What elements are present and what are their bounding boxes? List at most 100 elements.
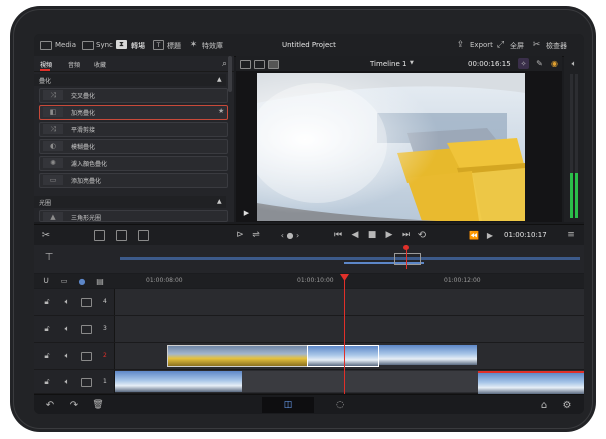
ipad-frame: Media Sync ⧗ 轉場 T 標題 ✶ 特效庫 Untitled Proj… <box>10 6 596 432</box>
transitions-tab[interactable]: 轉場 <box>131 41 145 51</box>
tab-audio[interactable]: 音頻 <box>68 60 80 69</box>
overview-track[interactable] <box>120 257 580 260</box>
video-clip-sky[interactable] <box>379 345 477 365</box>
collapse-icon[interactable]: ▲ <box>217 76 222 83</box>
timeline-ruler[interactable]: ∪ ▭ ● ▤ 01:00:08:00 01:00:10:00 01:00:12… <box>34 274 584 288</box>
delete-icon[interactable]: 🗑︎ <box>92 399 104 411</box>
transition-item-selected[interactable]: ◧ 加亮疊化 ★ <box>39 105 228 120</box>
video-track-3[interactable] <box>34 316 584 343</box>
fairlight-page-icon[interactable]: ◌ <box>334 399 346 411</box>
effects-overlay-icon[interactable]: ✧ <box>518 58 529 69</box>
overview-playhead-handle[interactable] <box>403 245 409 250</box>
overview-viewport-box[interactable] <box>394 253 421 265</box>
transition-item[interactable]: ◐ 模糊疊化 <box>39 139 228 154</box>
transition-item[interactable]: ⤨ 交叉疊化 <box>39 88 228 103</box>
fullscreen-button[interactable]: 全屏 <box>510 41 524 51</box>
effects-tab[interactable]: 特效庫 <box>202 41 223 51</box>
go-to-end-icon[interactable]: ⏭ <box>400 229 412 241</box>
insert-icon[interactable] <box>94 230 105 241</box>
timeline-dropdown-icon[interactable]: ▼ <box>410 60 414 66</box>
lock-icon[interactable]: 🔓︎ <box>42 351 52 361</box>
timeline-playhead <box>344 274 345 394</box>
titles-tab[interactable]: 標題 <box>167 41 181 51</box>
marker-icon[interactable]: ● <box>76 275 88 287</box>
viewer-panel: Timeline 1 ▼ 00:00:16:15 ✧ ✎ ◉ ▶ <box>236 56 562 222</box>
monitor-icon[interactable] <box>81 325 92 334</box>
monitor-icon[interactable] <box>81 298 92 307</box>
video-clip-landscape[interactable] <box>114 371 242 392</box>
zoom-icon[interactable]: ▤ <box>94 275 106 287</box>
titles-icon[interactable]: T <box>153 40 164 50</box>
selection-tool-icon[interactable]: ⊤ <box>42 250 56 264</box>
replace-icon[interactable] <box>138 230 149 241</box>
undo-icon[interactable]: ↶ <box>44 399 56 411</box>
speaker-icon[interactable]: 🔈︎ <box>62 351 72 361</box>
lock-icon[interactable]: 🔓︎ <box>42 377 52 387</box>
timeline-viewer-icon[interactable] <box>268 60 279 69</box>
link-icon[interactable]: ▭ <box>58 275 70 287</box>
go-to-start-icon[interactable]: ⏮ <box>332 229 344 241</box>
settings-gear-icon[interactable]: ⚙ <box>561 399 573 411</box>
snapping-icon[interactable]: ∪ <box>40 275 52 287</box>
timeline-name[interactable]: Timeline 1 <box>370 60 406 68</box>
home-icon[interactable]: ⌂ <box>538 399 550 411</box>
sync-tab[interactable]: Sync <box>96 41 113 49</box>
overwrite-icon[interactable] <box>116 230 127 241</box>
transitions-icon[interactable]: ⧗ <box>116 40 127 49</box>
video-clip-city[interactable] <box>478 371 584 394</box>
settings-sliders-icon[interactable]: ⇌ <box>250 229 262 241</box>
menu-icon[interactable]: ≡ <box>565 229 577 241</box>
video-track-1[interactable] <box>34 370 584 394</box>
brush-icon[interactable]: ✎ <box>534 58 545 69</box>
transition-item[interactable]: ▲ 三角形光圈 <box>39 210 228 222</box>
play-preview-icon[interactable]: ▶ <box>242 208 251 217</box>
transition-label: 濾入顏色疊化 <box>71 161 108 168</box>
tab-video[interactable]: 視頻 <box>40 60 52 69</box>
transition-overlap-clip[interactable] <box>307 345 379 367</box>
collapse-icon[interactable]: ▲ <box>217 198 222 205</box>
stop-icon[interactable]: ■ <box>366 229 378 241</box>
library-scrollbar[interactable] <box>228 56 232 92</box>
color-wheel-icon[interactable]: ◉ <box>549 58 560 69</box>
video-clip-airplane[interactable] <box>167 345 309 367</box>
export-icon[interactable]: ⇪ <box>455 39 466 50</box>
effects-icon[interactable]: ✶ <box>188 39 199 50</box>
video-track-2[interactable] <box>34 343 584 370</box>
speaker-icon[interactable]: 🔈︎ <box>62 377 72 387</box>
blade-tool-icon[interactable]: ✂ <box>40 229 52 241</box>
monitor-icon[interactable] <box>81 352 92 361</box>
video-track-4[interactable] <box>34 289 584 316</box>
favorite-star-icon[interactable]: ★ <box>218 107 224 115</box>
media-tab[interactable]: Media <box>55 41 76 49</box>
sync-icon[interactable] <box>82 41 94 50</box>
speaker-icon[interactable]: 🔈︎ <box>62 297 72 307</box>
fullscreen-icon[interactable]: ⤢ <box>495 39 506 50</box>
speaker-icon[interactable]: 🔈︎ <box>568 58 580 69</box>
jog-icon[interactable]: ‹ ● › <box>280 229 300 241</box>
lock-icon[interactable]: 🔓︎ <box>42 324 52 334</box>
cut-page-button[interactable]: ◫ <box>262 397 314 413</box>
inspector-button[interactable]: 檢查器 <box>546 41 567 51</box>
transition-item[interactable]: ⤨ 平滑剪接 <box>39 122 228 137</box>
inspector-icon[interactable]: ✂ <box>531 39 542 50</box>
next-frame-icon[interactable]: ▶ <box>484 229 496 241</box>
play-icon[interactable]: ▶ <box>383 229 395 241</box>
section-header-dissolve[interactable]: 疊化 ▲ <box>34 74 226 86</box>
monitor-icon[interactable] <box>81 378 92 387</box>
speaker-icon[interactable]: 🔈︎ <box>62 324 72 334</box>
export-button[interactable]: Export <box>470 41 493 49</box>
source-viewer-icon[interactable] <box>254 60 265 69</box>
layout-icon[interactable] <box>240 60 251 69</box>
reverse-icon[interactable]: ◀ <box>349 229 361 241</box>
tab-favorites[interactable]: 收藏 <box>94 60 106 69</box>
section-header-iris[interactable]: 光圈 ▲ <box>34 196 226 208</box>
transition-item[interactable]: ✺ 濾入顏色疊化 <box>39 156 228 171</box>
trim-icon[interactable]: ⊳ <box>234 229 246 241</box>
section-title: 疊化 <box>39 78 52 85</box>
media-icon[interactable] <box>40 41 52 50</box>
redo-icon[interactable]: ↷ <box>68 399 80 411</box>
transition-item[interactable]: ▭ 添加亮疊化 <box>39 173 228 188</box>
loop-icon[interactable]: ⟲ <box>416 229 428 241</box>
previous-clip-icon[interactable]: ⏪ <box>468 229 480 241</box>
lock-icon[interactable]: 🔓︎ <box>42 297 52 307</box>
